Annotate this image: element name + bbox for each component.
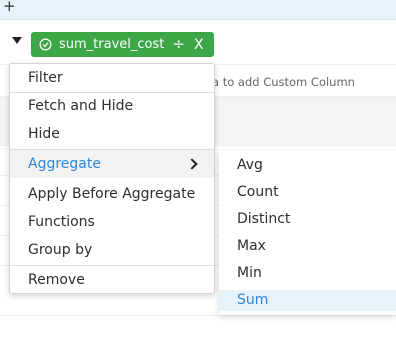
menu-item-group-by[interactable]: Group by bbox=[10, 236, 214, 264]
plus-icon[interactable]: + bbox=[3, 0, 16, 15]
divider bbox=[0, 315, 396, 316]
menu-item-hide[interactable]: Hide bbox=[10, 120, 214, 148]
menu-item-filter[interactable]: Filter bbox=[10, 64, 214, 92]
aggregate-submenu: Avg Count Distinct Max Min Sum bbox=[219, 151, 396, 315]
submenu-item-max[interactable]: Max bbox=[219, 236, 396, 257]
close-icon[interactable]: X bbox=[194, 38, 204, 52]
menu-item-functions[interactable]: Functions bbox=[10, 208, 214, 236]
menu-item-remove[interactable]: Remove bbox=[10, 266, 214, 294]
column-chip-label: sum_travel_cost bbox=[59, 37, 165, 52]
check-circle-icon bbox=[39, 38, 52, 51]
column-row: sum_travel_cost ÷ X bbox=[0, 28, 396, 64]
submenu-item-sum[interactable]: Sum bbox=[219, 290, 396, 311]
submenu-item-distinct[interactable]: Distinct bbox=[219, 209, 396, 230]
column-chip[interactable]: sum_travel_cost ÷ X bbox=[31, 32, 214, 57]
menu-item-apply-before-aggregate[interactable]: Apply Before Aggregate bbox=[10, 180, 214, 208]
menu-item-aggregate-label: Aggregate bbox=[28, 156, 101, 172]
submenu-item-avg[interactable]: Avg bbox=[219, 155, 396, 176]
menu-item-aggregate[interactable]: Aggregate bbox=[10, 150, 214, 178]
chevron-right-icon bbox=[186, 158, 198, 170]
submenu-item-min[interactable]: Min bbox=[219, 263, 396, 284]
submenu-item-count[interactable]: Count bbox=[219, 182, 396, 203]
top-toolbar: + bbox=[0, 0, 396, 20]
column-context-menu: Filter Fetch and Hide Hide Aggregate App… bbox=[9, 63, 215, 294]
menu-item-fetch-and-hide[interactable]: Fetch and Hide bbox=[10, 92, 214, 120]
custom-column-hint: a to add Custom Column bbox=[212, 75, 355, 89]
divide-icon[interactable]: ÷ bbox=[172, 37, 185, 52]
caret-down-icon[interactable] bbox=[12, 37, 22, 44]
